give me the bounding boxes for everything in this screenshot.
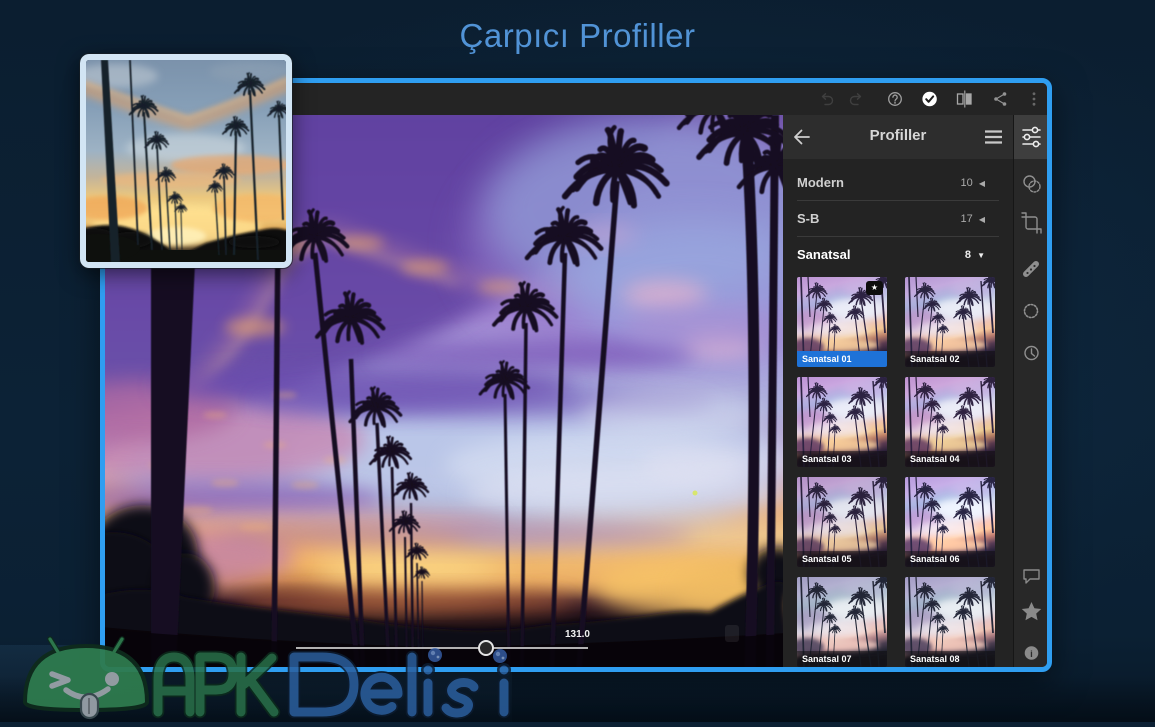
svg-text:i: i — [1030, 649, 1033, 660]
svg-text:131.0: 131.0 — [565, 629, 590, 640]
